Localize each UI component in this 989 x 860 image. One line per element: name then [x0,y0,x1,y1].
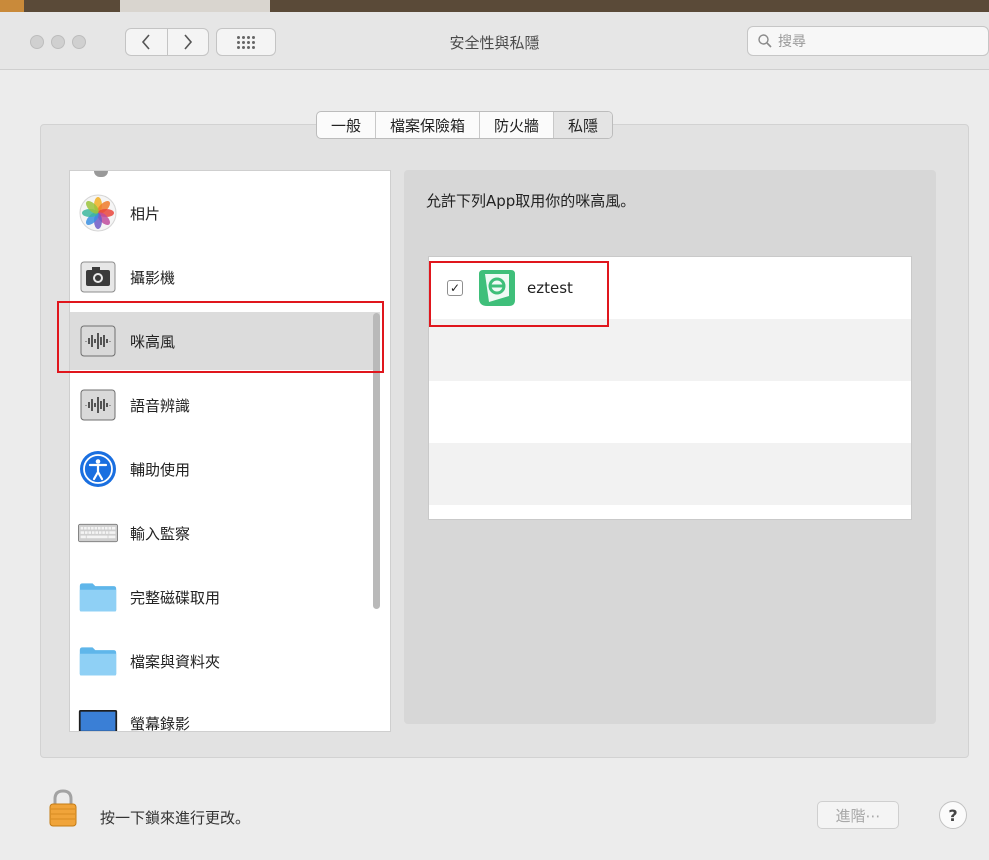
desktop-detail [120,0,270,12]
keyboard-icon [78,513,118,553]
lock-icon[interactable] [48,788,78,828]
tab-privacy[interactable]: 私隱 [553,112,613,138]
sidebar-item-label: 語音辨識 [130,396,191,415]
preferences-window: 安全性與私隱 搜尋 一般 檔案保險箱 防火牆 私隱 相片 攝影機 咪高風 語音辨… [0,12,989,860]
search-icon [758,34,772,48]
permission-heading: 允許下列App取用你的咪高風。 [426,192,636,210]
sidebar-item-label: 螢幕錄影 [130,714,191,732]
sidebar-item-full-disk-access[interactable]: 完整磁碟取用 [70,568,380,626]
sidebar-item-label: 檔案與資料夾 [130,652,221,671]
tab-bar: 一般 檔案保險箱 防火牆 私隱 [316,111,614,139]
lock-instruction-text: 按一下鎖來進行更改。 [100,809,251,827]
display-icon [78,703,118,731]
folder-icon [78,577,118,617]
camera-icon [78,257,118,297]
partial-list-icon [94,171,108,177]
sidebar-item-speech-recognition[interactable]: 語音辨識 [70,376,380,434]
sidebar-item-label: 相片 [130,204,161,223]
empty-row [429,319,911,381]
sidebar-item-input-monitoring[interactable]: 輸入監察 [70,504,380,562]
help-button[interactable]: ? [939,801,967,829]
speech-recognition-icon [78,385,118,425]
sidebar-item-label: 輔助使用 [130,460,191,479]
highlight-box-microphone [57,301,384,373]
tab-firewall[interactable]: 防火牆 [479,112,553,138]
sidebar-item-files-and-folders[interactable]: 檔案與資料夾 [70,632,380,690]
search-field[interactable]: 搜尋 [747,26,989,56]
tab-general[interactable]: 一般 [317,112,375,138]
folder-icon [78,641,118,681]
highlight-box-eztest [429,261,609,327]
sidebar-item-screen-recording[interactable]: 螢幕錄影 [70,694,380,732]
title-bar: 安全性與私隱 搜尋 [0,12,989,70]
app-permission-panel: 允許下列App取用你的咪高風。 ✓ eztest [404,170,936,724]
sidebar-item-camera[interactable]: 攝影機 [70,248,380,306]
empty-row [429,381,911,443]
tab-filevault[interactable]: 檔案保險箱 [375,112,479,138]
sidebar-item-accessibility[interactable]: 輔助使用 [70,440,380,498]
sidebar-item-label: 輸入監察 [130,524,191,543]
sidebar-item-photos[interactable]: 相片 [70,184,380,242]
photos-icon [78,193,118,233]
empty-row [429,443,911,505]
privacy-category-list[interactable]: 相片 攝影機 咪高風 語音辨識 輔助使用 輸入監察 完整磁碟取用 檔案與資料夾 … [69,170,391,732]
advanced-button[interactable]: 進階⋯ [817,801,899,829]
search-placeholder: 搜尋 [778,34,806,50]
desktop-detail [0,0,24,12]
sidebar-item-label: 完整磁碟取用 [130,588,221,607]
accessibility-icon [78,449,118,489]
desktop-background-strip [0,0,989,12]
sidebar-item-label: 攝影機 [130,268,176,287]
